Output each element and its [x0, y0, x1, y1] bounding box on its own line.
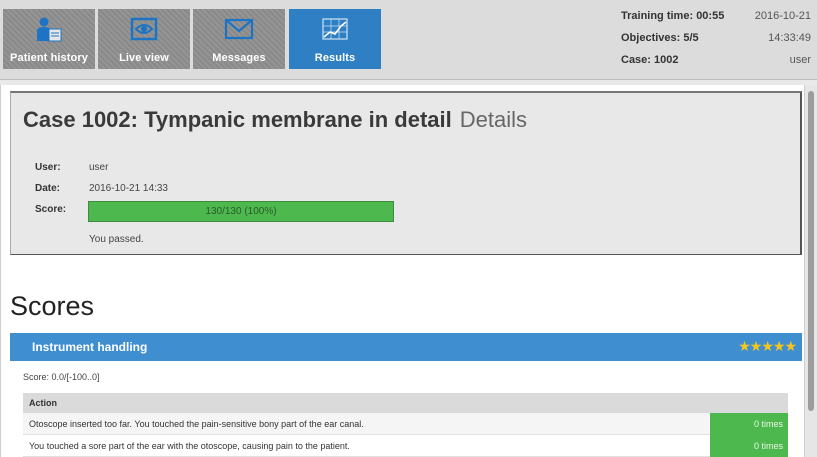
section-header-instrument-handling[interactable]: Instrument handling ★★★★★	[10, 333, 802, 361]
action-count: 0 times	[710, 435, 788, 457]
tab-label: Messages	[212, 52, 266, 64]
objectives-label: Objectives:	[621, 32, 681, 44]
action-column-header: Action	[23, 393, 788, 413]
action-text: Otoscope inserted too far. You touched t…	[29, 419, 364, 429]
tab-label: Patient history	[10, 52, 88, 64]
result-text: You passed.	[89, 234, 144, 245]
action-count: 0 times	[710, 413, 788, 435]
patient-history-icon	[37, 17, 62, 42]
scores-heading: Scores	[10, 291, 95, 321]
action-table: Action Otoscope inserted too far. You to…	[23, 393, 788, 457]
session-time: 14:33:49	[768, 32, 811, 44]
current-user: user	[789, 54, 811, 66]
section-score: Score: 0.0/[-100..0]	[23, 372, 100, 382]
score-progress-bar: 130/130 (100%)	[88, 201, 394, 222]
star-rating-icon: ★★★★★	[738, 338, 797, 354]
user-label: User:	[35, 162, 61, 173]
score-label: Score:	[35, 204, 67, 215]
session-date: 2016-10-21	[754, 10, 811, 22]
eye-icon	[130, 17, 158, 41]
section-title: Instrument handling	[32, 340, 148, 354]
case-subtitle: Details	[459, 107, 528, 132]
tab-patient-history[interactable]: Patient history	[3, 9, 95, 69]
chart-icon	[322, 18, 348, 40]
score-progress-text: 130/130 (100%)	[205, 206, 277, 217]
date-label: Date:	[35, 183, 61, 194]
scrollbar-thumb[interactable]	[808, 91, 814, 411]
user-value: user	[89, 162, 109, 173]
envelope-icon	[224, 18, 254, 40]
case-label: Case:	[621, 54, 651, 66]
objectives: Objectives: 5/5	[621, 32, 699, 44]
training-time: Training time: 00:55	[621, 10, 724, 22]
tab-results[interactable]: Results	[289, 9, 381, 69]
table-row: You touched a sore part of the ear with …	[23, 435, 788, 457]
tab-label: Live view	[119, 52, 169, 64]
action-text: You touched a sore part of the ear with …	[29, 441, 350, 451]
case-value: 1002	[654, 54, 679, 66]
page-title: Case 1002: Tympanic membrane in detail De…	[23, 107, 527, 133]
tab-live-view[interactable]: Live view	[98, 9, 190, 69]
case-title: Case 1002: Tympanic membrane in detail	[23, 107, 452, 132]
top-bar: Patient history Live view Messages Resul…	[0, 0, 817, 80]
case-number: Case: 1002	[621, 54, 679, 66]
tab-messages[interactable]: Messages	[193, 9, 285, 69]
vertical-scrollbar[interactable]	[804, 85, 817, 457]
session-status: Training time: 00:55 2016-10-21 Objectiv…	[621, 10, 811, 76]
date-value: 2016-10-21 14:33	[89, 183, 168, 194]
case-summary: Case 1002: Tympanic membrane in detail De…	[10, 91, 802, 255]
table-row: Otoscope inserted too far. You touched t…	[23, 413, 788, 435]
results-panel: Case 1002: Tympanic membrane in detail De…	[0, 85, 804, 457]
training-time-label: Training time:	[621, 10, 694, 22]
training-time-value: 00:55	[696, 10, 725, 22]
objectives-value: 5/5	[683, 32, 699, 44]
tab-label: Results	[314, 52, 356, 64]
